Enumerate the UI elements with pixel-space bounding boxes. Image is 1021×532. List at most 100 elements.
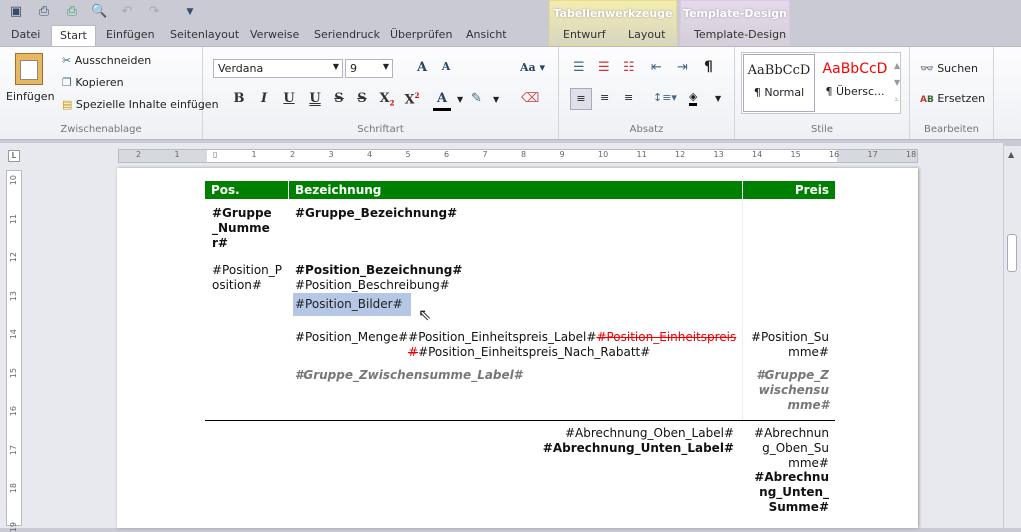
- print-icon[interactable]: ⎙: [36, 4, 52, 20]
- strikethrough-icon[interactable]: S: [330, 91, 348, 106]
- pilcrow-icon[interactable]: ¶: [704, 59, 713, 75]
- tab-einfuegen[interactable]: Einfügen: [106, 28, 155, 41]
- paste-button[interactable]: Einfügen: [6, 90, 55, 103]
- replace-icon: AB: [920, 95, 934, 105]
- style-normal-label: ¶ Normal: [753, 86, 805, 99]
- align-left-icon[interactable]: ≡: [570, 88, 592, 110]
- scrollbar-thumb[interactable]: [1007, 234, 1017, 272]
- highlight-icon[interactable]: ✎: [471, 91, 482, 106]
- save-icon[interactable]: ▣: [8, 4, 24, 20]
- horizontal-ruler[interactable]: 2 1 ▯ 1 2 3 4 5 6 7 8 9 10 11 12 13 14 15 16 17 18: [118, 149, 918, 163]
- tab-verweise[interactable]: Verweise: [250, 28, 299, 41]
- double-strikethrough-icon[interactable]: S: [353, 91, 371, 106]
- chevron-down-icon: ▼: [332, 62, 339, 71]
- billing-top-label[interactable]: #Abrechnung_Oben_Label#: [565, 426, 734, 441]
- ruler-number: 11: [636, 150, 647, 159]
- styles-scroll-icons[interactable]: ▲ ▼ ⩡: [894, 57, 900, 108]
- clipboard-group-label: Zwischenablage: [60, 124, 142, 135]
- cut-button[interactable]: ✂ Ausschneiden: [62, 54, 151, 67]
- table-header-row: Pos. Bezeichnung Preis: [205, 181, 835, 199]
- ruler-number: 8: [521, 150, 527, 159]
- group-number[interactable]: #Gruppe _Numme r#: [212, 206, 272, 251]
- position-description[interactable]: #Position_Beschreibung#: [295, 278, 450, 293]
- superscript-icon[interactable]: X2: [403, 91, 421, 107]
- shrink-font-icon[interactable]: A: [437, 60, 455, 73]
- clear-format-icon[interactable]: ⌫: [521, 91, 539, 106]
- position-number[interactable]: #Position_P osition#: [212, 263, 282, 293]
- ruler-number: 9: [559, 150, 565, 159]
- font-size-select[interactable]: 9 ▼: [345, 59, 393, 78]
- align-center-icon[interactable]: ≡: [600, 91, 609, 104]
- bold-icon[interactable]: B: [230, 91, 248, 106]
- group-paragraph: ☰ ☰ ☷ ⇤ ⇥ ¶ ≡ ≡ ≡ ↕≡▾ ◈ ▼ Absatz: [559, 47, 735, 139]
- highlight-dropdown-icon[interactable]: ▼: [493, 95, 499, 104]
- customize-icon[interactable]: ▼: [182, 4, 198, 20]
- print-preview-icon[interactable]: ⎙: [64, 4, 80, 20]
- align-right-icon[interactable]: ≡: [624, 91, 633, 104]
- paste-special-button[interactable]: ▤ Spezielle Inhalte einfügen: [62, 98, 219, 111]
- increase-indent-icon[interactable]: ⇥: [677, 60, 688, 75]
- redo-icon[interactable]: ↷: [146, 4, 162, 20]
- tab-stop-selector[interactable]: L: [8, 150, 20, 162]
- font-name-select[interactable]: Verdana ▼: [213, 59, 343, 78]
- paste-icon: [15, 53, 43, 85]
- replace-button[interactable]: AB Ersetzen: [920, 92, 985, 105]
- font-color-dropdown-icon[interactable]: ▼: [457, 95, 463, 104]
- underline-icon[interactable]: U: [280, 91, 298, 106]
- group-name[interactable]: #Gruppe_Bezeichnung#: [295, 206, 457, 221]
- double-underline-icon[interactable]: U: [306, 91, 324, 106]
- tab-ueberpruefen[interactable]: Überprüfen: [390, 28, 452, 41]
- copy-label: Kopieren: [75, 76, 124, 89]
- style-normal[interactable]: AaBbCcD ¶ Normal: [743, 54, 815, 112]
- subscript-icon[interactable]: X2: [378, 91, 396, 108]
- style-heading-label: ¶ Übersc...: [825, 85, 885, 98]
- chevron-down-icon: ▼: [382, 62, 389, 71]
- tab-ansicht[interactable]: Ansicht: [466, 28, 507, 41]
- tab-seitenlayout[interactable]: Seitenlayout: [170, 28, 239, 41]
- grow-font-icon[interactable]: A: [413, 60, 431, 75]
- style-heading[interactable]: AaBbCcD ¶ Übersc...: [819, 54, 891, 112]
- vertical-ruler-number: 17: [9, 444, 18, 455]
- ruler-number: 4: [367, 150, 373, 159]
- position-sum[interactable]: #Position_Su mme#: [751, 330, 829, 360]
- group-clipboard: Einfügen ✂ Ausschneiden ❐ Kopieren ▤ Spe…: [0, 47, 219, 139]
- billing-bottom-sum[interactable]: #Abrechnu ng_Unten_ Summe#: [754, 470, 829, 515]
- change-case-button[interactable]: Aa ▾: [520, 61, 545, 74]
- find-button[interactable]: 👓 Suchen: [920, 62, 978, 75]
- tab-entwurf[interactable]: Entwurf: [563, 28, 606, 41]
- position-name[interactable]: #Position_Bezeichnung#: [295, 263, 462, 278]
- numbering-icon[interactable]: ☰: [598, 60, 610, 75]
- multilevel-list-icon[interactable]: ☷: [623, 60, 635, 75]
- vertical-ruler-number: 18: [9, 483, 18, 494]
- billing-top-sum[interactable]: #Abrechnun g_Oben_Su mme#: [754, 426, 829, 471]
- style-normal-preview: AaBbCcD: [747, 63, 811, 78]
- tab-template-design[interactable]: Template-Design: [694, 28, 786, 41]
- position-discount-line[interactable]: ##Position_Einheitspreis_Nach_Rabatt#: [408, 345, 650, 360]
- font-color-icon[interactable]: A: [433, 91, 451, 111]
- find-label: Suchen: [937, 62, 978, 75]
- tab-datei[interactable]: Datei: [11, 28, 40, 41]
- tab-layout[interactable]: Layout: [628, 28, 665, 41]
- tab-start[interactable]: Start: [51, 25, 96, 47]
- scroll-up-icon[interactable]: ▲: [1008, 150, 1014, 159]
- paste-special-icon: ▤: [62, 98, 73, 111]
- undo-icon[interactable]: ↶: [119, 4, 135, 20]
- position-quantity-line[interactable]: #Position_Menge##Position_Einheitspreis_…: [295, 330, 736, 345]
- italic-icon[interactable]: I: [255, 91, 273, 106]
- subtotal-label[interactable]: #Gruppe_Zwischensumme_Label#: [295, 368, 522, 383]
- copy-button[interactable]: ❐ Kopieren: [62, 76, 124, 89]
- vertical-scrollbar[interactable]: ▲: [1003, 146, 1021, 528]
- subtotal-sum[interactable]: #Gruppe_Z wischensu mme#: [756, 368, 829, 413]
- tab-seriendruck[interactable]: Seriendruck: [314, 28, 380, 41]
- shading-dropdown-icon[interactable]: ▼: [715, 94, 721, 103]
- bullets-icon[interactable]: ☰: [573, 60, 585, 75]
- position-images-selected[interactable]: #Position_Bilder#: [293, 293, 411, 316]
- billing-bottom-label[interactable]: #Abrechnung_Unten_Label#: [543, 441, 734, 456]
- line-spacing-icon[interactable]: ↕≡▾: [653, 91, 677, 104]
- shading-icon[interactable]: ◈: [689, 90, 698, 106]
- copy-icon: ❐: [62, 76, 72, 89]
- zoom-preview-icon[interactable]: 🔍: [91, 4, 107, 20]
- vertical-ruler-number: 16: [9, 406, 18, 417]
- decrease-indent-icon[interactable]: ⇤: [651, 60, 662, 75]
- vertical-ruler[interactable]: 10 11 12 13 14 15 16 17 18 19: [6, 170, 22, 532]
